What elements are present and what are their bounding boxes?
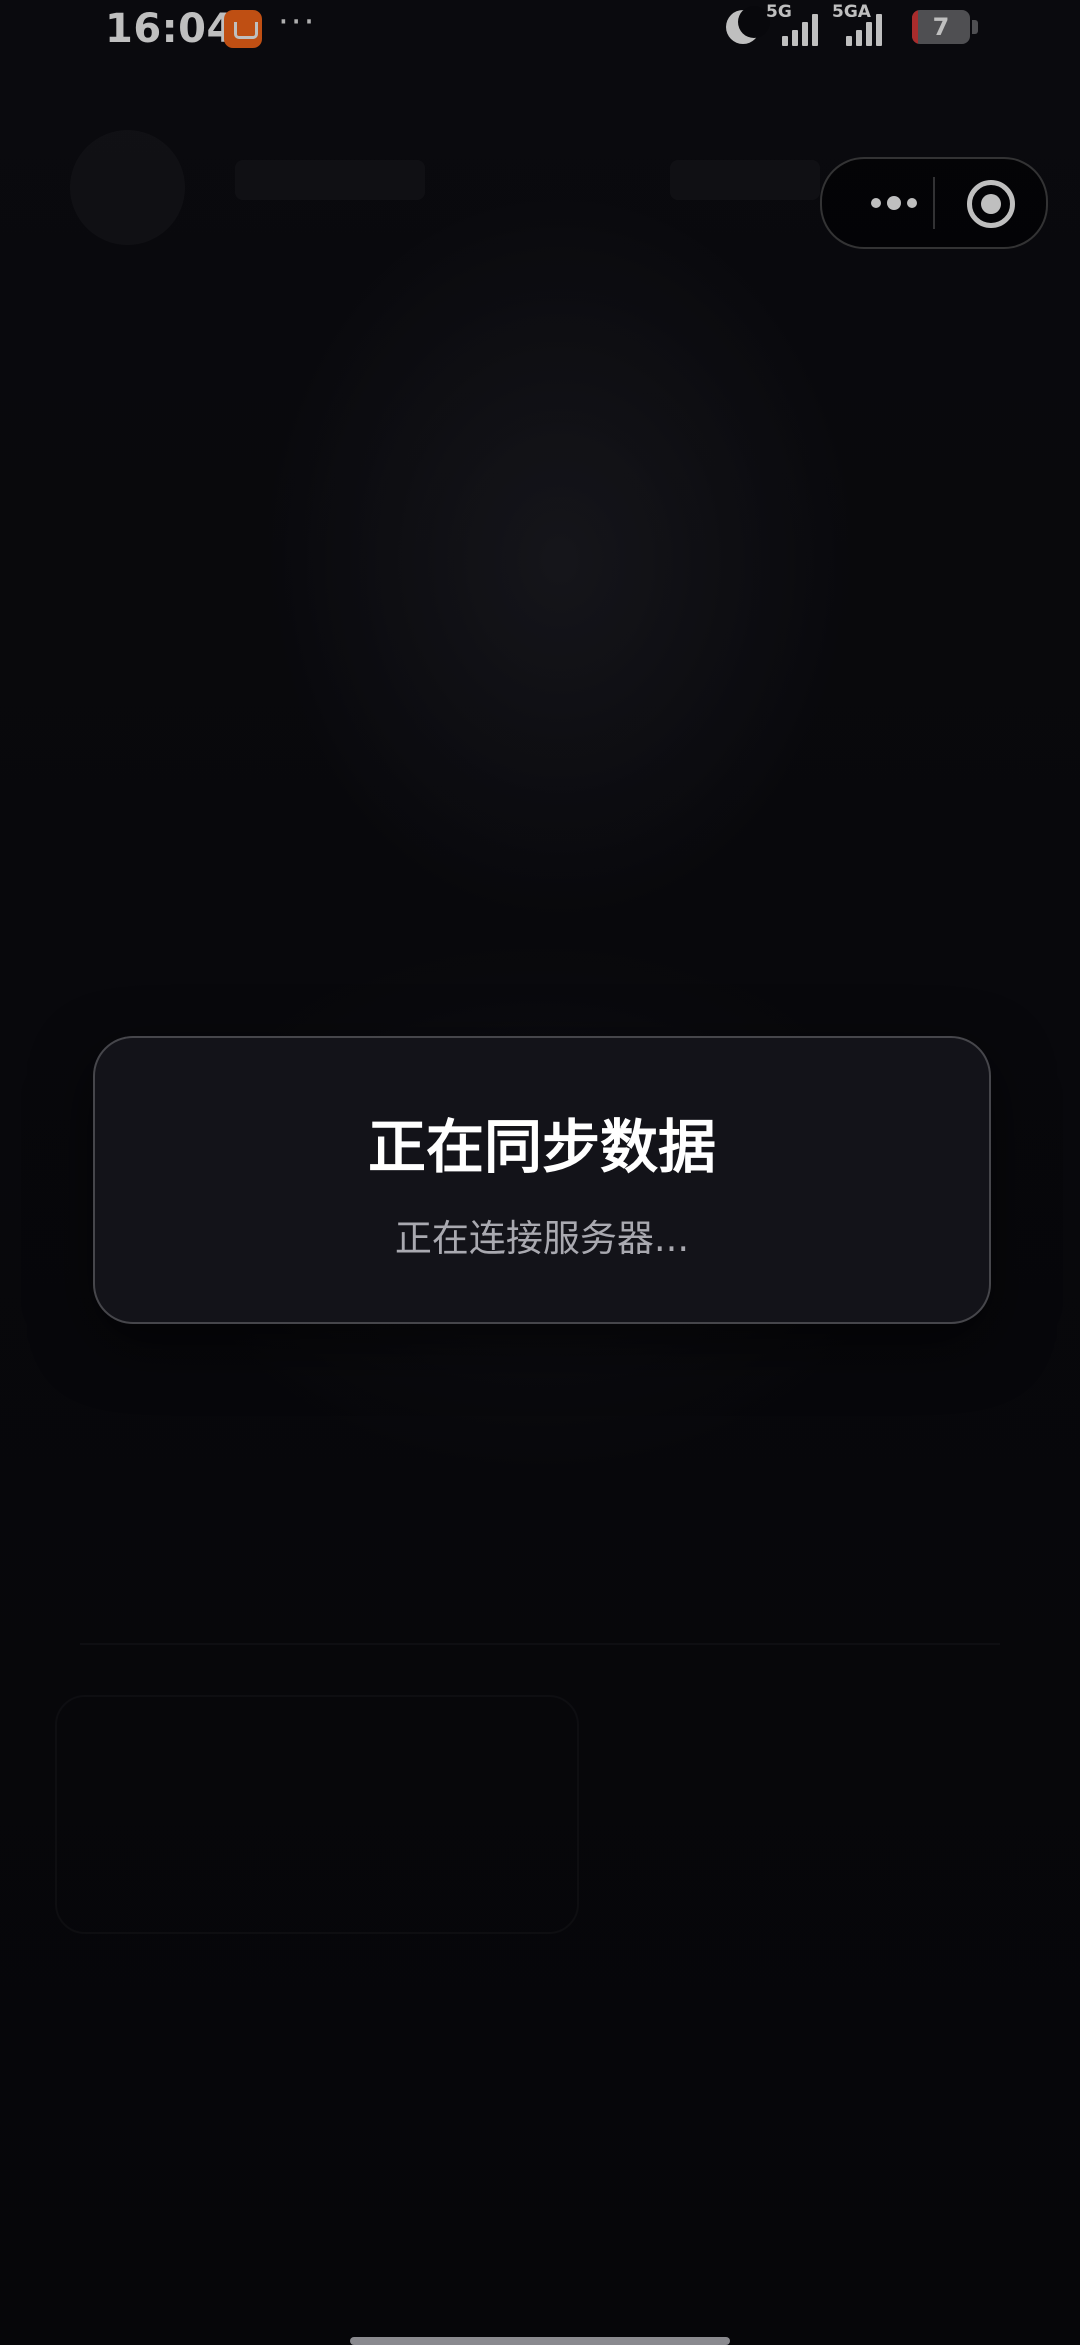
sync-loading-dialog: 正在同步数据 正在连接服务器... xyxy=(93,1036,991,1324)
dialog-title: 正在同步数据 xyxy=(367,1113,716,1181)
dialog-subtitle: 正在连接服务器... xyxy=(394,1217,690,1260)
home-indicator[interactable] xyxy=(350,2337,730,2345)
